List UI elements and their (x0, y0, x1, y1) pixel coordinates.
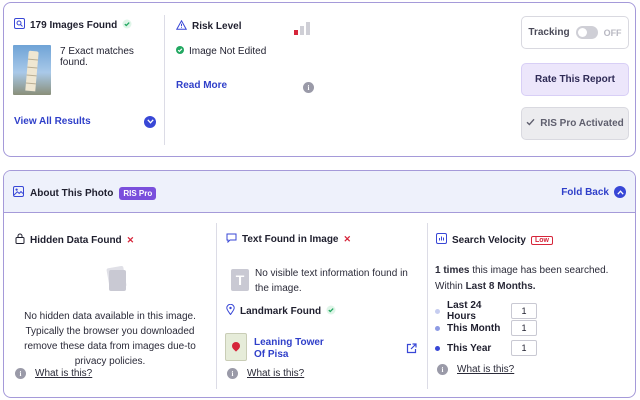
summary-card: 179 Images Found 7 Exact matches found. … (3, 2, 636, 157)
text-found-header: Text Found in Image ✕ (226, 233, 351, 246)
external-link-icon[interactable] (406, 343, 417, 354)
risk-level-header: Risk Level (175, 19, 242, 33)
chevron-up-icon (614, 186, 626, 198)
not-found-x-icon: ✕ (343, 234, 352, 244)
ris-pro-badge: RIS Pro (119, 186, 157, 200)
tracking-state: OFF (603, 27, 622, 38)
text-type-icon: T (231, 269, 249, 291)
velocity-summary: 1 times this image has been searched. Wi… (435, 263, 630, 295)
tracking-switch[interactable] (575, 26, 598, 39)
landmark-header: Landmark Found (226, 303, 336, 318)
check-circle-icon (326, 305, 336, 318)
risk-level-title: Risk Level (192, 21, 242, 32)
warning-triangle-icon (175, 19, 188, 33)
velocity-value-box: 1 (511, 320, 537, 336)
what-is-this-row[interactable]: i What is this? (437, 364, 514, 375)
what-is-this-link[interactable]: What is this? (247, 368, 304, 379)
velocity-level-badge: Low (530, 235, 553, 245)
checkmark-icon (526, 118, 535, 129)
check-circle-icon (122, 19, 132, 32)
risk-bar-medium (300, 26, 304, 35)
images-found-header: 179 Images Found (14, 18, 132, 32)
info-icon: i (437, 364, 448, 375)
text-found-title: Text Found in Image (242, 234, 339, 245)
chevron-down-icon (146, 118, 154, 126)
exact-matches-text: 7 Exact matches found. (60, 46, 134, 68)
hidden-data-header: Hidden Data Found ✕ (15, 233, 134, 247)
search-velocity-title: Search Velocity (452, 234, 526, 246)
rate-report-button[interactable]: Rate This Report (521, 63, 629, 96)
hidden-data-pane: Hidden Data Found ✕ No hidden data avail… (4, 213, 216, 397)
velocity-value-box: 1 (511, 340, 537, 356)
what-is-this-row[interactable]: i What is this? (15, 368, 92, 379)
what-is-this-link[interactable]: What is this? (457, 364, 514, 375)
velocity-dot (435, 345, 440, 351)
velocity-row-24h: Last 24 Hours 1 (435, 300, 537, 322)
search-count-unit: times (443, 265, 470, 276)
view-all-results-link[interactable]: View All Results (14, 116, 91, 127)
fold-back-button[interactable]: Fold Back (561, 186, 626, 198)
photo-icon (13, 186, 24, 200)
velocity-dot (435, 325, 440, 331)
velocity-row-label: This Month (447, 322, 501, 334)
risk-bar-high (306, 22, 310, 35)
risk-bar-low (294, 30, 298, 35)
tracking-label: Tracking (528, 27, 570, 38)
images-found-section: 179 Images Found 7 Exact matches found. … (4, 3, 164, 156)
velocity-period: Last 8 Months. (465, 281, 536, 292)
risk-status: Image Not Edited (176, 46, 266, 57)
location-pin-icon (226, 303, 235, 318)
about-photo-title: About This Photo (30, 187, 114, 199)
what-is-this-link[interactable]: What is this? (35, 368, 92, 379)
read-more-link[interactable]: Read More (176, 80, 227, 91)
speech-bubble-icon (226, 233, 237, 246)
text-found-message: No visible text information found in the… (255, 268, 408, 294)
about-photo-card: About This Photo RIS Pro Fold Back Hidde… (3, 170, 636, 398)
velocity-dot (435, 308, 440, 314)
check-circle-icon (176, 46, 184, 57)
velocity-row-month: This Month 1 (435, 320, 537, 336)
risk-level-meter (294, 22, 310, 35)
bar-chart-icon (436, 233, 447, 247)
landmark-title: Landmark Found (240, 305, 322, 317)
divider (164, 15, 165, 145)
velocity-row-label: Last 24 Hours (447, 300, 482, 322)
not-found-x-icon: ✕ (126, 234, 135, 245)
what-is-this-row[interactable]: i What is this? (227, 368, 304, 379)
hidden-data-message: No hidden data available in this image. … (24, 311, 196, 367)
image-search-icon (14, 18, 25, 32)
search-velocity-pane: Search Velocity Low 1 times this image h… (428, 213, 635, 397)
velocity-row-label: This Year (447, 342, 492, 354)
about-photo-header[interactable]: About This Photo RIS Pro Fold Back (4, 171, 635, 213)
tracking-toggle-button[interactable]: Tracking OFF (521, 16, 629, 49)
search-velocity-header: Search Velocity Low (436, 233, 553, 247)
text-found-pane: Text Found in Image ✕ T No visible text … (217, 213, 427, 397)
search-count: 1 (435, 265, 441, 276)
landmark-map-thumbnail[interactable] (225, 333, 247, 361)
info-icon[interactable]: i (303, 82, 314, 93)
ris-pro-activated-button[interactable]: RIS Pro Activated (521, 107, 629, 140)
expand-results-button[interactable] (144, 116, 156, 128)
hidden-data-title: Hidden Data Found (30, 234, 122, 246)
images-found-title: 179 Images Found (30, 19, 118, 31)
info-icon: i (15, 368, 26, 379)
velocity-value-box: 1 (511, 303, 537, 319)
risk-status-text: Image Not Edited (189, 46, 267, 57)
empty-document-icon (106, 265, 127, 291)
landmark-link[interactable]: Leaning Tower Of Pisa (254, 337, 334, 361)
velocity-row-year: This Year 1 (435, 340, 537, 356)
fold-back-label: Fold Back (561, 186, 609, 198)
ris-pro-label: RIS Pro Activated (540, 118, 624, 129)
info-icon: i (227, 368, 238, 379)
lock-icon (15, 233, 25, 247)
matched-image-thumbnail[interactable] (13, 45, 51, 95)
